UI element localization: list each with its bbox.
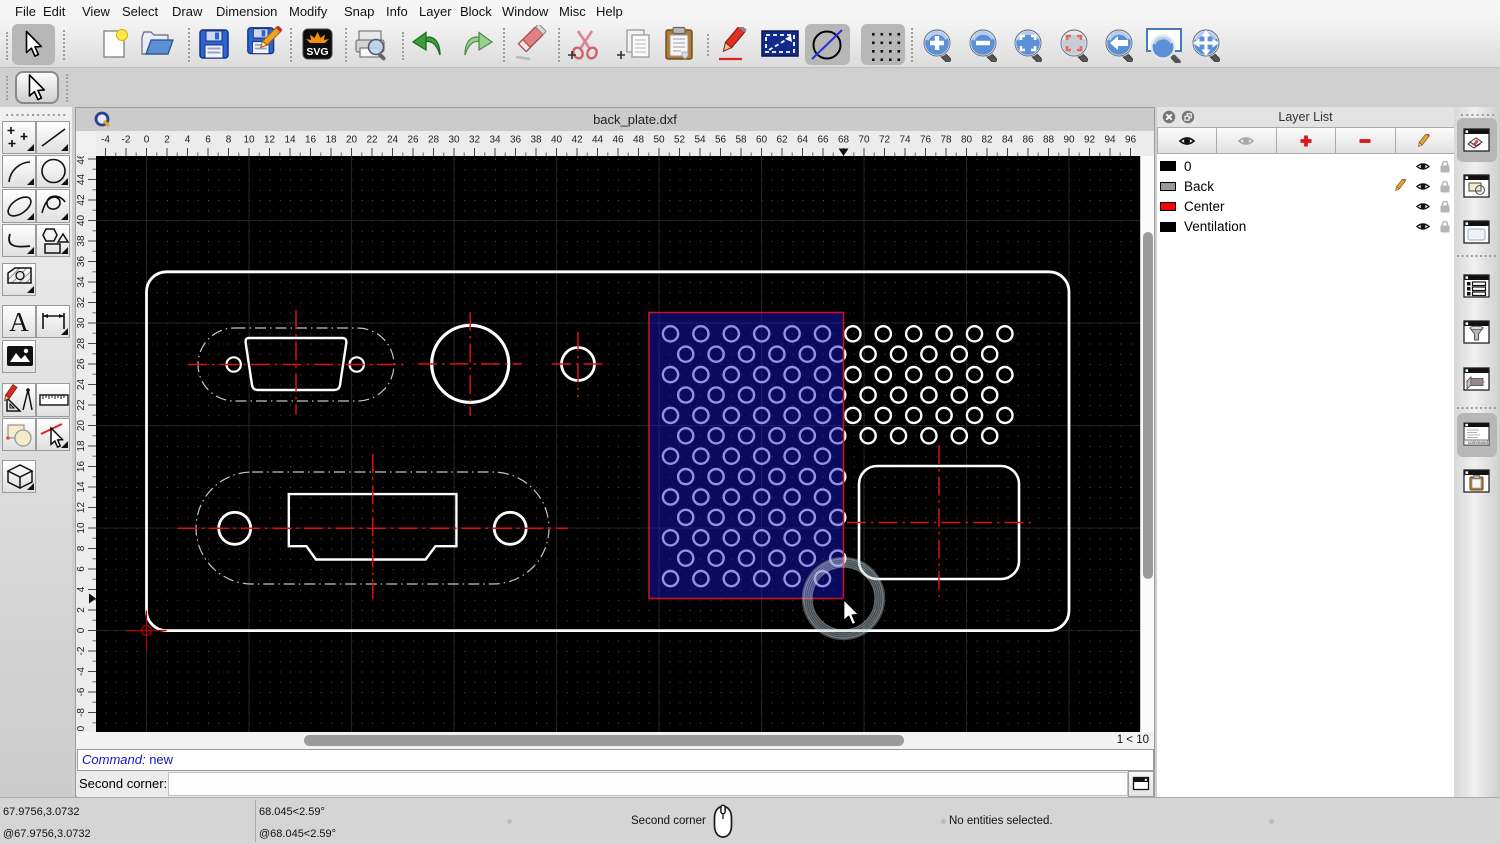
svg-text:70: 70: [858, 135, 870, 146]
svg-text:-4: -4: [76, 667, 87, 676]
svg-text:82: 82: [981, 135, 993, 146]
svg-text:76: 76: [920, 135, 932, 146]
svg-text:58: 58: [735, 135, 747, 146]
svg-text:SVG: SVG: [306, 46, 328, 58]
svg-text:46: 46: [612, 135, 624, 146]
svg-text:-6: -6: [76, 687, 87, 696]
svg-text:78: 78: [940, 135, 952, 146]
svg-text:6: 6: [205, 135, 211, 146]
svg-text:command: command: [1468, 440, 1488, 445]
svg-text:8: 8: [76, 545, 87, 551]
svg-text:60: 60: [756, 135, 768, 146]
svg-text:34: 34: [76, 276, 87, 288]
svg-text:42: 42: [76, 194, 87, 206]
svg-text:-2: -2: [122, 135, 131, 146]
svg-text:22: 22: [76, 399, 87, 411]
svg-text:96: 96: [1125, 135, 1137, 146]
svg-text:26: 26: [76, 358, 87, 370]
svg-text:-8: -8: [76, 708, 87, 717]
svg-text:52: 52: [674, 135, 686, 146]
svg-text:4: 4: [185, 135, 191, 146]
svg-text:12: 12: [76, 502, 87, 514]
svg-text:68: 68: [838, 135, 850, 146]
svg-text:34: 34: [489, 135, 501, 146]
svg-text:26: 26: [407, 135, 419, 146]
svg-text:40: 40: [551, 135, 563, 146]
svg-text:28: 28: [76, 338, 87, 350]
svg-text:14: 14: [284, 135, 296, 146]
svg-text:92: 92: [1084, 135, 1096, 146]
svg-text:2: 2: [76, 607, 87, 613]
svg-text:10: 10: [243, 135, 255, 146]
svg-text:22: 22: [366, 135, 378, 146]
svg-text:94: 94: [1104, 135, 1116, 146]
svg-text:36: 36: [76, 256, 87, 268]
svg-text:10: 10: [76, 522, 87, 534]
svg-text:50: 50: [653, 135, 665, 146]
svg-text:20: 20: [76, 420, 87, 432]
svg-text:-4: -4: [101, 135, 110, 146]
svg-text:64: 64: [797, 135, 809, 146]
svg-text:18: 18: [325, 135, 337, 146]
svg-text:46: 46: [76, 156, 87, 165]
svg-text:74: 74: [899, 135, 911, 146]
svg-text:42: 42: [571, 135, 583, 146]
svg-text:48: 48: [633, 135, 645, 146]
svg-text:54: 54: [694, 135, 706, 146]
svg-text:A: A: [9, 307, 29, 337]
svg-text:44: 44: [76, 174, 87, 186]
svg-text:90: 90: [1063, 135, 1075, 146]
svg-text:80: 80: [961, 135, 973, 146]
svg-text:0: 0: [144, 135, 150, 146]
svg-text:16: 16: [305, 135, 317, 146]
svg-text:4: 4: [76, 586, 87, 592]
svg-text:88: 88: [1043, 135, 1055, 146]
svg-text:24: 24: [76, 379, 87, 391]
svg-text:6: 6: [76, 566, 87, 572]
svg-text:2: 2: [164, 135, 170, 146]
svg-text:44: 44: [592, 135, 604, 146]
svg-text:38: 38: [530, 135, 542, 146]
svg-text:32: 32: [76, 297, 87, 309]
svg-text:30: 30: [76, 317, 87, 329]
svg-text:18: 18: [76, 440, 87, 452]
svg-text:86: 86: [1022, 135, 1034, 146]
svg-text:30: 30: [448, 135, 460, 146]
svg-text:56: 56: [715, 135, 727, 146]
svg-text:16: 16: [76, 461, 87, 473]
svg-text:-2: -2: [76, 646, 87, 655]
svg-text:36: 36: [510, 135, 522, 146]
svg-text:72: 72: [879, 135, 891, 146]
svg-text:24: 24: [387, 135, 399, 146]
svg-text:12: 12: [264, 135, 276, 146]
svg-text:28: 28: [428, 135, 440, 146]
svg-text:38: 38: [76, 235, 87, 247]
svg-text:84: 84: [1002, 135, 1014, 146]
svg-text:8: 8: [226, 135, 232, 146]
svg-text:14: 14: [76, 481, 87, 493]
svg-text:0: 0: [76, 627, 87, 633]
svg-text:62: 62: [776, 135, 788, 146]
svg-text:32: 32: [469, 135, 481, 146]
svg-text:20: 20: [346, 135, 358, 146]
svg-text:-10: -10: [76, 725, 87, 732]
svg-text:66: 66: [817, 135, 829, 146]
svg-text:40: 40: [76, 215, 87, 227]
